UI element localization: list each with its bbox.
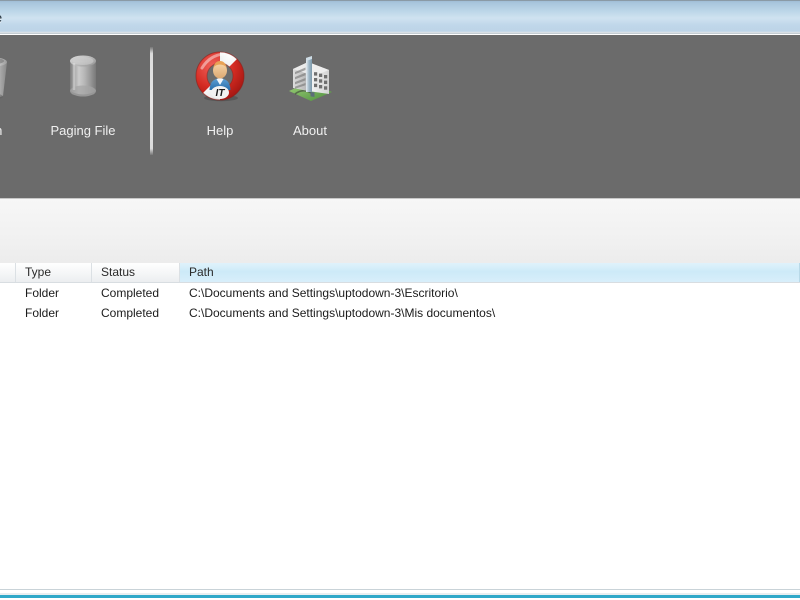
window-bottom-edge [0,589,800,600]
toolbar-button-paging-file[interactable]: Paging File [38,35,128,167]
row-type-cell: Folder [25,306,60,320]
svg-text:IT: IT [216,88,226,99]
row-icon-cell [0,283,16,303]
content-panel-strip [0,198,800,263]
title-bar[interactable]: ete [0,0,800,34]
toolbar-button-help[interactable]: IT Help [175,35,265,167]
toolbar-label-paging-file: Paging File [50,123,116,138]
bottom-edge-line-1 [0,589,800,590]
window-title: ete [0,10,2,25]
about-building-icon [284,47,336,105]
column-header-type[interactable]: Type [16,263,92,282]
toolbar-separator [150,47,153,155]
row-status-cell: Completed [101,286,160,300]
toolbar-label-help: Help [206,123,234,138]
table-row[interactable]: Folder Completed C:\Documents and Settin… [0,303,800,323]
row-icon-cell [0,303,16,323]
row-path-cell: C:\Documents and Settings\uptodown-3\Mis… [189,306,496,320]
toolbar-button-bin[interactable]: Bin [0,35,38,167]
application-window: ete [0,0,800,600]
results-list-view: Type Status Path Folder Completed C:\Doc… [0,263,800,589]
title-bar-bottom-edge [0,32,800,34]
toolbar-label-bin: Bin [0,123,2,138]
row-status-cell: Completed [101,306,160,320]
table-row[interactable]: Folder Completed C:\Documents and Settin… [0,283,800,303]
toolbar-label-about: About [293,123,327,138]
column-header-status[interactable]: Status [92,263,180,282]
row-type-cell: Folder [25,286,60,300]
row-path-cell: C:\Documents and Settings\uptodown-3\Esc… [189,286,458,300]
list-header-row: Type Status Path [0,263,800,283]
column-header-icon[interactable] [0,263,16,282]
toolbar-button-about[interactable]: About [265,35,355,167]
recycle-bin-icon [0,47,19,105]
paging-file-icon [57,47,109,105]
list-body: Folder Completed C:\Documents and Settin… [0,283,800,323]
main-toolbar: Bin [0,35,800,198]
column-header-path[interactable]: Path [180,263,800,282]
help-lifering-icon: IT [194,47,246,105]
